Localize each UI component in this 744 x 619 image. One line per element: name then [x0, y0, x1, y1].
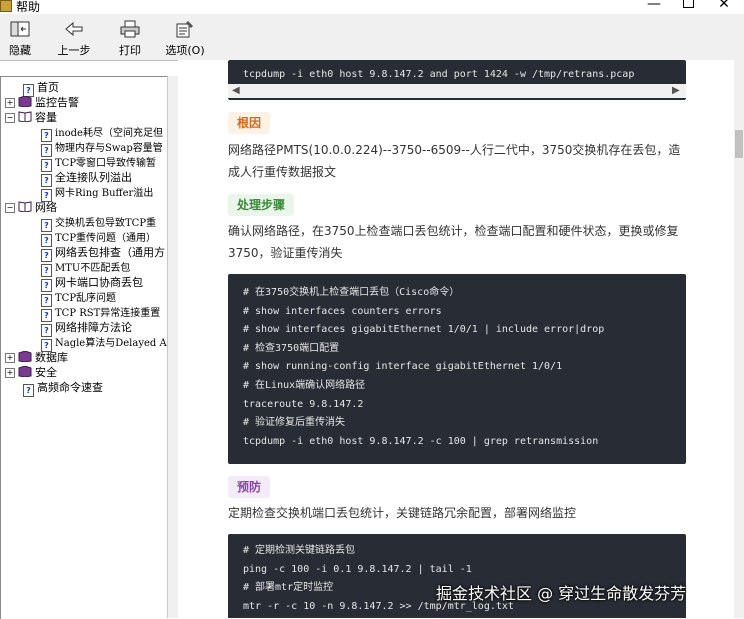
- tree-item-tcp-retrans[interactable]: ? TCP重传问题（通用）: [41, 230, 156, 247]
- section-tag-cause: 根因: [228, 112, 271, 134]
- tree-item-switch-drop[interactable]: ? 交换机丢包导致TCP重: [41, 215, 156, 232]
- tree-item-methodology[interactable]: ? 网络排障方法论: [41, 320, 132, 337]
- tree-item-tcp-rst[interactable]: ? TCP RST异常连接重置: [41, 305, 160, 322]
- toolbar: 隐藏 上一步 打印 选项(O): [0, 14, 744, 61]
- scroll-left-icon[interactable]: ◀: [232, 84, 240, 98]
- expand-icon[interactable]: +: [5, 98, 15, 108]
- tree-item-ring-buffer[interactable]: ? 网卡Ring Buffer溢出: [41, 185, 153, 202]
- section-tag-steps: 处理步骤: [228, 194, 295, 216]
- tree-item-accept-queue[interactable]: ? 全连接队列溢出: [41, 170, 132, 187]
- content-scrollbar[interactable]: [734, 60, 744, 618]
- tree-item-monitoring[interactable]: + 监控告警: [5, 95, 79, 110]
- printer-icon: [119, 20, 141, 38]
- options-button[interactable]: 选项(O): [160, 20, 210, 58]
- code-line: # 在Linux端确认网络路径: [243, 379, 366, 391]
- tree-item-nagle[interactable]: ? Nagle算法与Delayed A: [41, 335, 167, 352]
- tree-item-mtu[interactable]: ? MTU不匹配丢包: [41, 260, 130, 277]
- contents-tree: ? 首页 + 监控告警 − 容量 ? inode耗尽（空间充足但 ? 物理内存与Swap容…: [0, 76, 168, 619]
- hide-pane-icon: [9, 20, 31, 38]
- cause-text: 网络路径PMTS(10.0.0.224)--3750--6509--人行二代中，…: [228, 143, 681, 179]
- code-line: traceroute 9.8.147.2: [243, 398, 364, 410]
- scrollbar-thumb[interactable]: [735, 130, 743, 158]
- code-line: # 定期检测关键链路丢包: [243, 545, 356, 556]
- tree-item-network[interactable]: − 网络: [5, 200, 57, 215]
- code-line: # 验证修复后重传消失: [243, 417, 346, 429]
- code-line: tcpdump -i eth0 host 9.8.147.2 and port …: [243, 69, 635, 80]
- tree-item-nic-negotiation[interactable]: ? 网卡端口协商丢包: [41, 275, 143, 292]
- help-page-icon: ?: [23, 384, 34, 397]
- window-title: 帮助: [16, 0, 41, 14]
- options-label: 选项(O): [165, 44, 205, 57]
- tree-item-packet-loss[interactable]: ? 网络丢包排查（通用方: [41, 245, 165, 262]
- code-block-steps: # 在3750交换机上检查端口丢包（Cisco命令） # show interf…: [228, 274, 686, 464]
- maximize-button[interactable]: [672, 0, 704, 13]
- code-block-prevention: # 定期检测关键链路丢包 ping -c 100 -i 0.1 9.8.147.…: [228, 534, 686, 618]
- code-line: # show interfaces counters errors: [243, 305, 442, 317]
- code-line: # 在3750交换机上检查端口丢包（Cisco命令）: [243, 287, 460, 298]
- tree-item-command-reference[interactable]: ? 高频命令速查: [23, 380, 103, 397]
- code-horizontal-scrollbar[interactable]: ◀ ▶: [228, 84, 686, 98]
- options-icon: [174, 20, 196, 38]
- code-line: # 检查3750端口配置: [243, 342, 340, 354]
- title-bar: 帮助 — ✕: [0, 0, 744, 14]
- tree-item-capacity[interactable]: − 容量: [5, 110, 57, 125]
- hide-button[interactable]: 隐藏: [4, 20, 36, 58]
- open-book-icon: [18, 111, 32, 122]
- close-button[interactable]: ✕: [708, 0, 740, 13]
- prevention-text: 定期检查交换机端口丢包统计，关键链路冗余配置，部署网络监控: [228, 506, 577, 520]
- code-line: ping -c 100 -i 0.1 9.8.147.2 | tail -1: [243, 563, 472, 575]
- steps-text: 确认网络路径，在3750上检查端口丢包统计，检查端口配置和硬件状态，更换或修复3…: [228, 224, 679, 260]
- closed-book-icon: [18, 96, 32, 107]
- tree-item-security[interactable]: + 安全: [5, 365, 57, 380]
- expand-icon[interactable]: +: [5, 368, 15, 378]
- collapse-icon[interactable]: −: [5, 203, 15, 213]
- section-tag-prevention: 预防: [228, 476, 271, 498]
- minimize-button[interactable]: —: [638, 0, 670, 13]
- watermark: 掘金技术社区 @ 穿过生命散发芬芳: [436, 584, 687, 603]
- print-label: 打印: [119, 44, 141, 57]
- tree-item-inode[interactable]: ? inode耗尽（空间充足但: [41, 125, 163, 142]
- print-button[interactable]: 打印: [112, 20, 148, 58]
- tree-item-tcp-zero-window[interactable]: ? TCP零窗口导致传输暂: [41, 155, 156, 172]
- hide-label: 隐藏: [9, 44, 31, 57]
- tree-item-tcp-reorder[interactable]: ? TCP乱序问题: [41, 290, 116, 307]
- code-line: tcpdump -i eth0 host 9.8.147.2 -c 100 | …: [243, 435, 599, 447]
- tree-item-home[interactable]: ? 首页: [23, 80, 59, 97]
- tree-item-database[interactable]: + 数据库: [5, 350, 68, 365]
- back-button[interactable]: 上一步: [54, 20, 94, 58]
- scroll-right-icon[interactable]: ▶: [672, 84, 680, 98]
- help-content: tcpdump -i eth0 host 9.8.147.2 and port …: [178, 60, 734, 618]
- back-arrow-icon: [63, 20, 85, 38]
- help-app-icon: [0, 0, 12, 12]
- code-line: # show interfaces gigabitEthernet 1/0/1 …: [243, 324, 605, 336]
- expand-icon[interactable]: +: [5, 353, 15, 363]
- closed-book-icon: [18, 351, 32, 362]
- collapse-icon[interactable]: −: [5, 113, 15, 123]
- maximize-icon: [682, 0, 694, 8]
- closed-book-icon: [18, 366, 32, 377]
- open-book-icon: [18, 201, 32, 212]
- back-label: 上一步: [57, 44, 91, 57]
- tree-item-swap[interactable]: ? 物理内存与Swap容量管: [41, 140, 163, 157]
- code-line: # show running-config interface gigabitE…: [243, 361, 563, 373]
